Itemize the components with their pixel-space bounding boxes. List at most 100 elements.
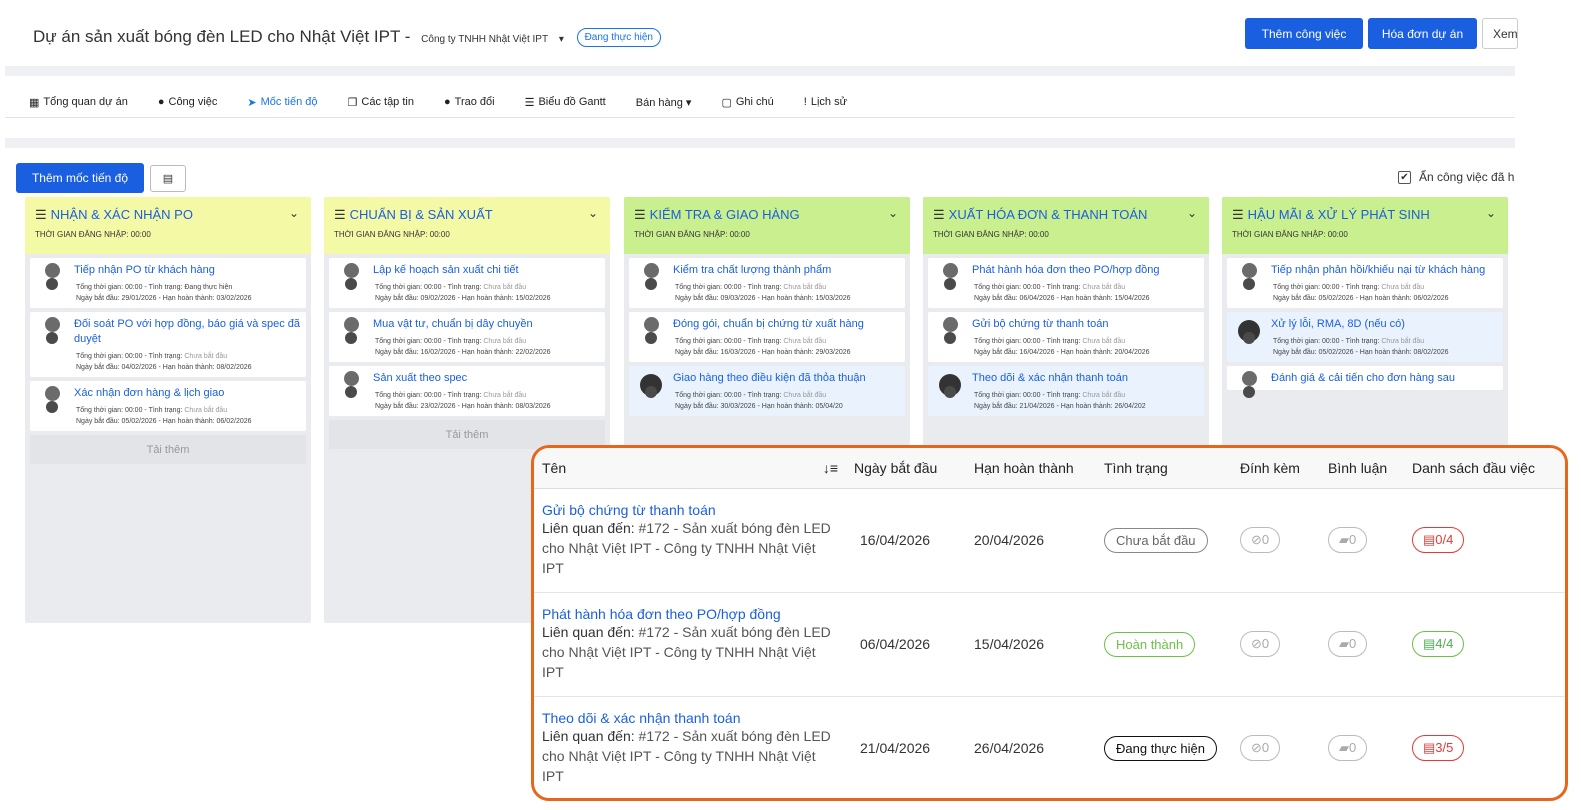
column-header[interactable]: ☰ XUẤT HÓA ĐƠN & THANH TOÁN THỜI GIAN ĐĂNG…	[923, 197, 1209, 254]
column-header[interactable]: ☰ KIỂM TRA & GIAO HÀNG THỜI GIAN ĐĂNG NHẬP…	[624, 197, 910, 254]
sort-icon[interactable]: ↓≡	[823, 460, 838, 476]
task-meta: Tổng thời gian: 00:00 - Tình trạng: Chưa…	[934, 282, 1198, 304]
tab-6[interactable]: Bán hàng ▾	[636, 96, 692, 109]
tab-2[interactable]: ➤ Mốc tiến độ	[247, 96, 317, 109]
menu-icon[interactable]: ☰	[35, 207, 47, 222]
task-card[interactable]: Sản xuất theo spec Tổng thời gian: 00:00 …	[329, 366, 605, 416]
comments-count[interactable]: ▰0	[1328, 527, 1368, 553]
col-start[interactable]: Ngày bắt đầu	[844, 448, 956, 489]
menu-icon[interactable]: ☰	[933, 207, 945, 222]
comments-icon: ▰	[1339, 636, 1349, 651]
column-title: ☰ CHUẨN BỊ & SẢN XUẤT	[334, 207, 600, 223]
comments-cell: ▰0	[1320, 696, 1404, 798]
menu-icon[interactable]: ☰	[334, 207, 346, 222]
column-header[interactable]: ☰ HẬU MÃI & XỬ LÝ PHÁT SINH THỜI GIAN ĐĂNG…	[1222, 197, 1508, 254]
menu-icon[interactable]: ☰	[634, 207, 646, 222]
add-task-button[interactable]: Thêm công việc	[1245, 18, 1363, 49]
checklist-count[interactable]: ▤0/4	[1412, 527, 1465, 553]
status-pill[interactable]: Hoàn thành	[1104, 631, 1196, 657]
task-name[interactable]: Đối soát PO với hợp đồng, báo giá và spe…	[36, 317, 300, 347]
attachments-count[interactable]: ⊘0	[1240, 631, 1281, 657]
checklist-count[interactable]: ▤4/4	[1412, 631, 1465, 657]
comments-count[interactable]: ▰0	[1328, 735, 1368, 761]
comments-count[interactable]: ▰0	[1328, 631, 1368, 657]
task-name[interactable]: Phát hành hóa đơn theo PO/hợp đồng	[934, 263, 1198, 278]
status-pill[interactable]: Chưa bắt đầu	[1104, 527, 1208, 553]
col-name[interactable]: Tên ↓≡	[534, 448, 844, 489]
toggle-view-button[interactable]: ▤	[150, 165, 186, 192]
related-to: Liên quan đến: #172 - Sản xuất bóng đèn …	[542, 726, 832, 786]
task-card[interactable]: Đóng gói, chuẩn bị chứng từ xuất hàng Tổn…	[629, 312, 905, 362]
task-card[interactable]: Đối soát PO với hợp đồng, báo giá và spe…	[30, 312, 306, 377]
tab-7[interactable]: ▢ Ghi chú	[721, 96, 773, 109]
task-link[interactable]: Gửi bộ chứng từ thanh toán	[542, 502, 844, 518]
task-card[interactable]: Phát hành hóa đơn theo PO/hợp đồng Tổng t…	[928, 258, 1204, 308]
task-link[interactable]: Phát hành hóa đơn theo PO/hợp đồng	[542, 606, 844, 622]
tab-0[interactable]: ▦ Tổng quan dự án	[29, 96, 128, 109]
col-attachments[interactable]: Đính kèm	[1234, 448, 1320, 489]
task-card[interactable]: Xác nhận đơn hàng & lịch giao Tổng thời g…	[30, 381, 306, 431]
task-card[interactable]: Giao hàng theo điều kiện đã thỏa thuận Tổ…	[629, 366, 905, 416]
attachments-count[interactable]: ⊘0	[1240, 527, 1281, 553]
task-card[interactable]: Xử lý lỗi, RMA, 8D (nếu có) Tổng thời gia…	[1227, 312, 1503, 362]
chevron-down-icon[interactable]: ⌄	[289, 206, 299, 220]
task-card[interactable]: Lập kế hoạch sản xuất chi tiết Tổng thời …	[329, 258, 605, 308]
related-to: Liên quan đến: #172 - Sản xuất bóng đèn …	[542, 518, 832, 578]
task-name[interactable]: Đánh giá & cải tiến cho đơn hàng sau	[1233, 371, 1497, 386]
task-card[interactable]: Mua vật tư, chuẩn bị dây chuyền Tổng thời…	[329, 312, 605, 362]
project-tabs: ▦ Tổng quan dự án ● Công việc ➤ Mốc tiến độ ❐ C…	[29, 94, 877, 110]
task-link[interactable]: Theo dõi & xác nhận thanh toán	[542, 710, 844, 726]
task-card[interactable]: Theo dõi & xác nhận thanh toán Tổng thời …	[928, 366, 1204, 416]
task-name[interactable]: Xác nhận đơn hàng & lịch giao	[36, 386, 300, 401]
col-due[interactable]: Hạn hoàn thành	[956, 448, 1086, 489]
column-header[interactable]: ☰ NHẬN & XÁC NHẬN PO THỜI GIAN ĐĂNG NHẬP: …	[25, 197, 311, 254]
task-name[interactable]: Kiểm tra chất lượng thành phẩm	[635, 263, 899, 278]
menu-icon[interactable]: ☰	[1232, 207, 1244, 222]
chevron-down-icon[interactable]: ⌄	[588, 206, 598, 220]
tab-1[interactable]: ● Công việc	[158, 96, 218, 108]
task-card[interactable]: Gửi bộ chứng từ thanh toán Tổng thời gian…	[928, 312, 1204, 362]
chevron-down-icon[interactable]: ⌄	[1486, 206, 1496, 220]
task-card[interactable]: Tiếp nhận PO từ khách hàng Tổng thời gian…	[30, 258, 306, 308]
task-card[interactable]: Đánh giá & cải tiến cho đơn hàng sau	[1227, 366, 1503, 398]
tab-4[interactable]: ● Trao đổi	[444, 96, 495, 108]
company-name[interactable]: Công ty TNHH Nhật Việt IPT	[421, 34, 548, 45]
task-status: Chưa bắt đầu	[783, 284, 827, 291]
column-header[interactable]: ☰ CHUẨN BỊ & SẢN XUẤT THỜI GIAN ĐĂNG NHẬP:…	[324, 197, 610, 254]
task-name[interactable]: Sản xuất theo spec	[335, 371, 599, 386]
tab-3[interactable]: ❐ Các tập tin	[348, 96, 414, 109]
tab-5[interactable]: ☰ Biểu đồ Gantt	[525, 96, 606, 109]
task-card[interactable]: Kiểm tra chất lượng thành phẩm Tổng thời …	[629, 258, 905, 308]
column-subtitle: THỜI GIAN ĐĂNG NHẬP: 00:00	[634, 230, 750, 239]
avatar	[46, 278, 58, 290]
task-card[interactable]: Tiếp nhận phản hồi/khiếu nại từ khách hà…	[1227, 258, 1503, 308]
task-total-time: Tổng thời gian: 00:00 - Tình trạng:	[76, 407, 185, 414]
col-comments[interactable]: Bình luận	[1320, 448, 1404, 489]
task-name[interactable]: Mua vật tư, chuẩn bị dây chuyền	[335, 317, 599, 332]
view-button[interactable]: Xem	[1482, 18, 1518, 49]
add-milestone-button[interactable]: Thêm mốc tiến độ	[16, 163, 144, 193]
chevron-down-icon[interactable]: ⌄	[1187, 206, 1197, 220]
task-name[interactable]: Theo dõi & xác nhận thanh toán	[934, 371, 1198, 386]
task-status: Chưa bắt đầu	[1082, 284, 1126, 291]
load-more-button[interactable]: Tải thêm	[30, 435, 306, 464]
status-cell: Đang thực hiện	[1086, 696, 1234, 798]
checklist-count[interactable]: ▤3/5	[1412, 735, 1465, 761]
task-name[interactable]: Giao hàng theo điều kiện đã thỏa thuận	[635, 371, 899, 386]
hide-completed-checkbox[interactable]: ✔ Ẩn công việc đã h	[1398, 170, 1514, 184]
task-name[interactable]: Lập kế hoạch sản xuất chi tiết	[335, 263, 599, 278]
task-name[interactable]: Tiếp nhận phản hồi/khiếu nại từ khách hà…	[1233, 263, 1497, 278]
chevron-down-icon[interactable]: ⌄	[888, 206, 898, 220]
chevron-down-icon[interactable]: ▾	[559, 34, 564, 45]
task-meta-line: Tổng thời gian: 00:00 - Tình trạng: Chưa…	[1273, 282, 1497, 293]
project-invoice-button[interactable]: Hóa đơn dự án	[1368, 18, 1477, 49]
task-name[interactable]: Gửi bộ chứng từ thanh toán	[934, 317, 1198, 332]
status-pill[interactable]: Đang thực hiện	[1104, 735, 1217, 761]
task-name[interactable]: Xử lý lỗi, RMA, 8D (nếu có)	[1233, 317, 1497, 332]
col-status[interactable]: Tình trạng	[1086, 448, 1234, 489]
col-checklist[interactable]: Danh sách đầu việc	[1404, 448, 1565, 489]
task-name[interactable]: Tiếp nhận PO từ khách hàng	[36, 263, 300, 278]
tab-8[interactable]: ! Lịch sử	[804, 96, 847, 108]
attachments-count[interactable]: ⊘0	[1240, 735, 1281, 761]
task-name[interactable]: Đóng gói, chuẩn bị chứng từ xuất hàng	[635, 317, 899, 332]
